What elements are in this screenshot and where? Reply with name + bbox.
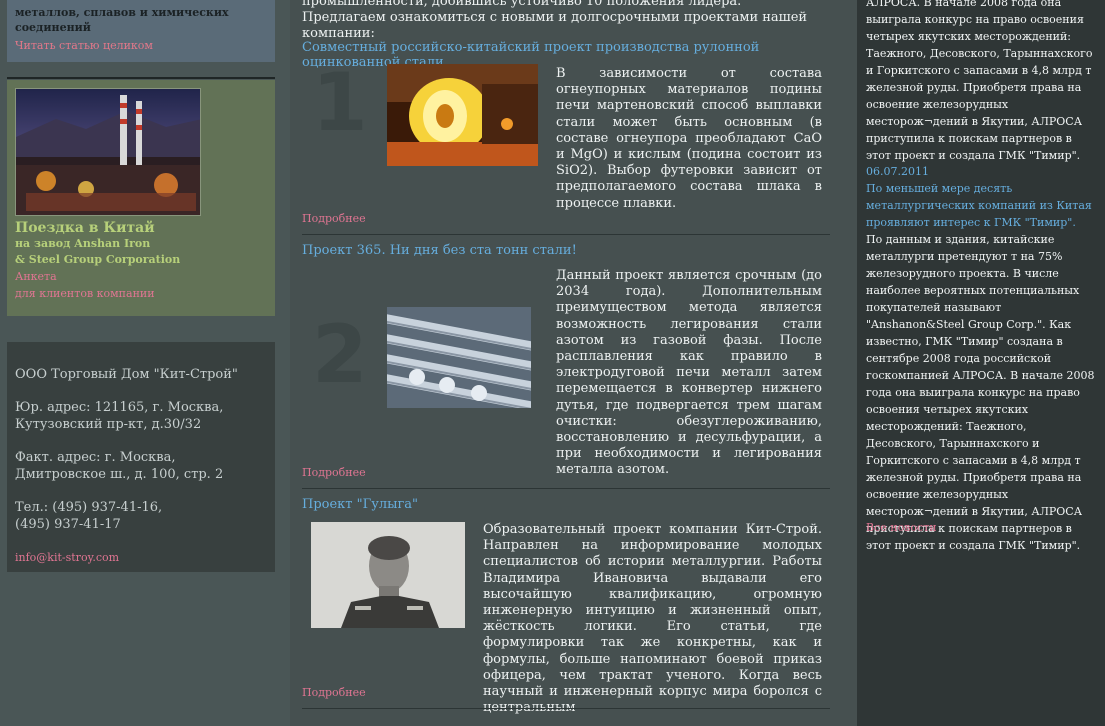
actual-address-line: Дмитровское ш., д. 100, стр. 2: [15, 467, 224, 482]
china-trip-subtitle: на завод Anshan Iron: [15, 237, 151, 250]
article-title-line: соединений: [15, 21, 91, 34]
intro-line: Предлагаем ознакомиться с новыми и долго…: [302, 10, 808, 41]
legal-address: Юр. адрес: 121165, г. Москва, Кутузовски…: [15, 399, 267, 433]
china-trip-title[interactable]: Поездка в Китай: [15, 220, 267, 236]
divider: [302, 234, 830, 235]
intro-line: промышленности, добившись устойчиво 10 п…: [302, 0, 742, 9]
project-3-text: Образовательный проект компании Кит-Стро…: [483, 522, 822, 716]
phones: Тел.: (495) 937-41-16, (495) 937-41-17: [15, 499, 267, 533]
divider: [302, 708, 830, 709]
molten-steel-photo[interactable]: [387, 64, 538, 166]
article-teaser: металлов, сплавов и химических соединени…: [7, 0, 275, 62]
email-link[interactable]: info@kit-stroy.com: [15, 551, 119, 564]
divider: [302, 488, 830, 489]
china-trip-banner[interactable]: Поездка в Китай на завод Anshan Iron & S…: [7, 80, 275, 316]
phone-line: (495) 937-41-17: [15, 517, 121, 532]
for-clients-link[interactable]: для клиентов компании: [15, 285, 267, 302]
project-1-text: В зависимости от состава огнеупорных мат…: [556, 66, 822, 211]
project-2-title[interactable]: Проект 365. Ни дня без ста тонн стали!: [302, 243, 577, 258]
project-2-text: Данный проект является срочным (до 2034 …: [556, 268, 822, 478]
legal-address-line: Юр. адрес: 121165, г. Москва,: [15, 400, 224, 415]
intro-text: промышленности, добившись устойчиво 10 п…: [302, 0, 857, 42]
project-2-number: 2: [312, 308, 368, 401]
actual-address-line: Факт. адрес: г. Москва,: [15, 450, 176, 465]
china-trip-subtitle: & Steel Group Corporation: [15, 253, 181, 266]
legal-address-line: Кутузовский пр-кт, д.30/32: [15, 417, 202, 432]
read-article-link[interactable]: Читать статью целиком: [15, 39, 267, 52]
news-headline-link[interactable]: По меньшей мере десять металлургических …: [866, 180, 1096, 231]
news-item: 06.07.2011 По меньшей мере десять металл…: [866, 163, 1096, 554]
questionnaire-link[interactable]: Анкета: [15, 268, 267, 285]
news-sidebar: АЛРОСА. В начале 2008 года она выиграла …: [857, 0, 1105, 726]
project-3-more-link[interactable]: Подробнее: [302, 686, 366, 699]
project-1-more-link[interactable]: Подробнее: [302, 212, 366, 225]
factory-photo[interactable]: [15, 88, 201, 216]
left-sidebar: металлов, сплавов и химических соединени…: [0, 0, 290, 726]
divider: [7, 77, 275, 79]
news-item-body: По данным и здания, китайские металлурги…: [866, 233, 1095, 552]
phone-line: Тел.: (495) 937-41-16,: [15, 500, 163, 515]
portrait-photo[interactable]: [311, 522, 465, 628]
actual-address: Факт. адрес: г. Москва, Дмитровское ш., …: [15, 449, 267, 483]
all-news-link[interactable]: Все новости: [866, 521, 937, 534]
project-1-number: 1: [312, 56, 368, 149]
main-content: промышленности, добившись устойчиво 10 п…: [290, 0, 857, 726]
news-date: 06.07.2011: [866, 165, 929, 178]
company-name: ООО Торговый Дом "Кит-Строй": [15, 367, 238, 382]
news-item-body: АЛРОСА. В начале 2008 года она выиграла …: [866, 0, 1093, 162]
contacts-block: ООО Торговый Дом "Кит-Строй" Юр. адрес: …: [7, 342, 275, 572]
project-2-more-link[interactable]: Подробнее: [302, 466, 366, 479]
project-3-title[interactable]: Проект "Гулыга": [302, 497, 418, 512]
rebar-photo[interactable]: [387, 307, 531, 408]
article-title-line: металлов, сплавов и химических: [15, 6, 229, 19]
